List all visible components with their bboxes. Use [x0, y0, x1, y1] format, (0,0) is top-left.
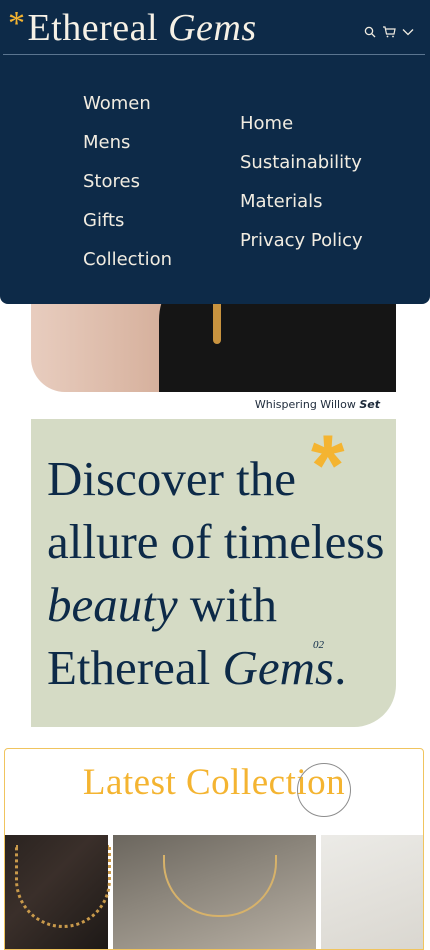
menu-item-home[interactable]: Home: [240, 104, 363, 143]
discover-line-1: Discover the: [47, 451, 296, 506]
brand-logo[interactable]: *Ethereal Gems: [8, 4, 257, 54]
discover-italic-beauty: beauty: [47, 577, 178, 632]
logo-italic-word: Gems: [168, 7, 257, 49]
hero-image: [31, 292, 396, 392]
menu-column-right: Home Sustainability Materials Privacy Po…: [240, 104, 363, 260]
header-icons: [364, 26, 414, 38]
menu-item-materials[interactable]: Materials: [240, 182, 363, 221]
caption-text: Whispering Willow: [254, 398, 356, 411]
collection-image-2[interactable]: [113, 835, 316, 949]
discover-ethereal: Ethereal: [47, 640, 211, 695]
pendant-shape: [213, 304, 221, 344]
chain-shape: [15, 845, 111, 928]
latest-collection-section: Latest Collection: [4, 748, 424, 950]
slide-number: 02: [313, 639, 324, 651]
circle-decoration: [297, 763, 351, 817]
menu-item-privacy-policy[interactable]: Privacy Policy: [240, 221, 363, 260]
black-top-shape: [159, 292, 396, 392]
caption-bold: Set: [359, 398, 380, 411]
logo-star: *: [8, 5, 26, 42]
header-divider: [3, 54, 425, 55]
menu-column-left: Women Mens Stores Gifts Collection: [83, 84, 172, 279]
discover-line-3: beauty with: [47, 573, 397, 636]
discover-card: * Discover the allure of timeless beauty…: [31, 419, 396, 727]
collection-thumbnails: [5, 835, 423, 949]
discover-heading: Discover the allure of timeless beauty w…: [47, 447, 397, 699]
logo-word: Ethereal: [27, 7, 159, 49]
discover-period: .: [334, 640, 347, 695]
menu-item-sustainability[interactable]: Sustainability: [240, 143, 363, 182]
hero-caption: Whispering Willow Set: [255, 398, 380, 411]
menu-item-stores[interactable]: Stores: [83, 162, 172, 201]
menu-item-collection[interactable]: Collection: [83, 240, 172, 279]
chevron-down-icon[interactable]: [402, 27, 414, 37]
discover-line-4: Ethereal Gems.: [47, 636, 397, 699]
navigation-menu: *Ethereal Gems Women Mens Stores Gifts C…: [0, 0, 430, 304]
menu-item-women[interactable]: Women: [83, 84, 172, 123]
discover-with: with: [177, 577, 277, 632]
cart-icon[interactable]: [382, 26, 396, 38]
search-icon[interactable]: [364, 26, 376, 38]
collection-image-1[interactable]: [5, 835, 111, 949]
discover-line-2: allure of timeless: [47, 514, 385, 569]
menu-item-gifts[interactable]: Gifts: [83, 201, 172, 240]
latest-collection-title: Latest Collection: [82, 762, 346, 803]
chain-shape: [163, 855, 277, 917]
collection-image-3[interactable]: [321, 835, 423, 949]
menu-item-mens[interactable]: Mens: [83, 123, 172, 162]
